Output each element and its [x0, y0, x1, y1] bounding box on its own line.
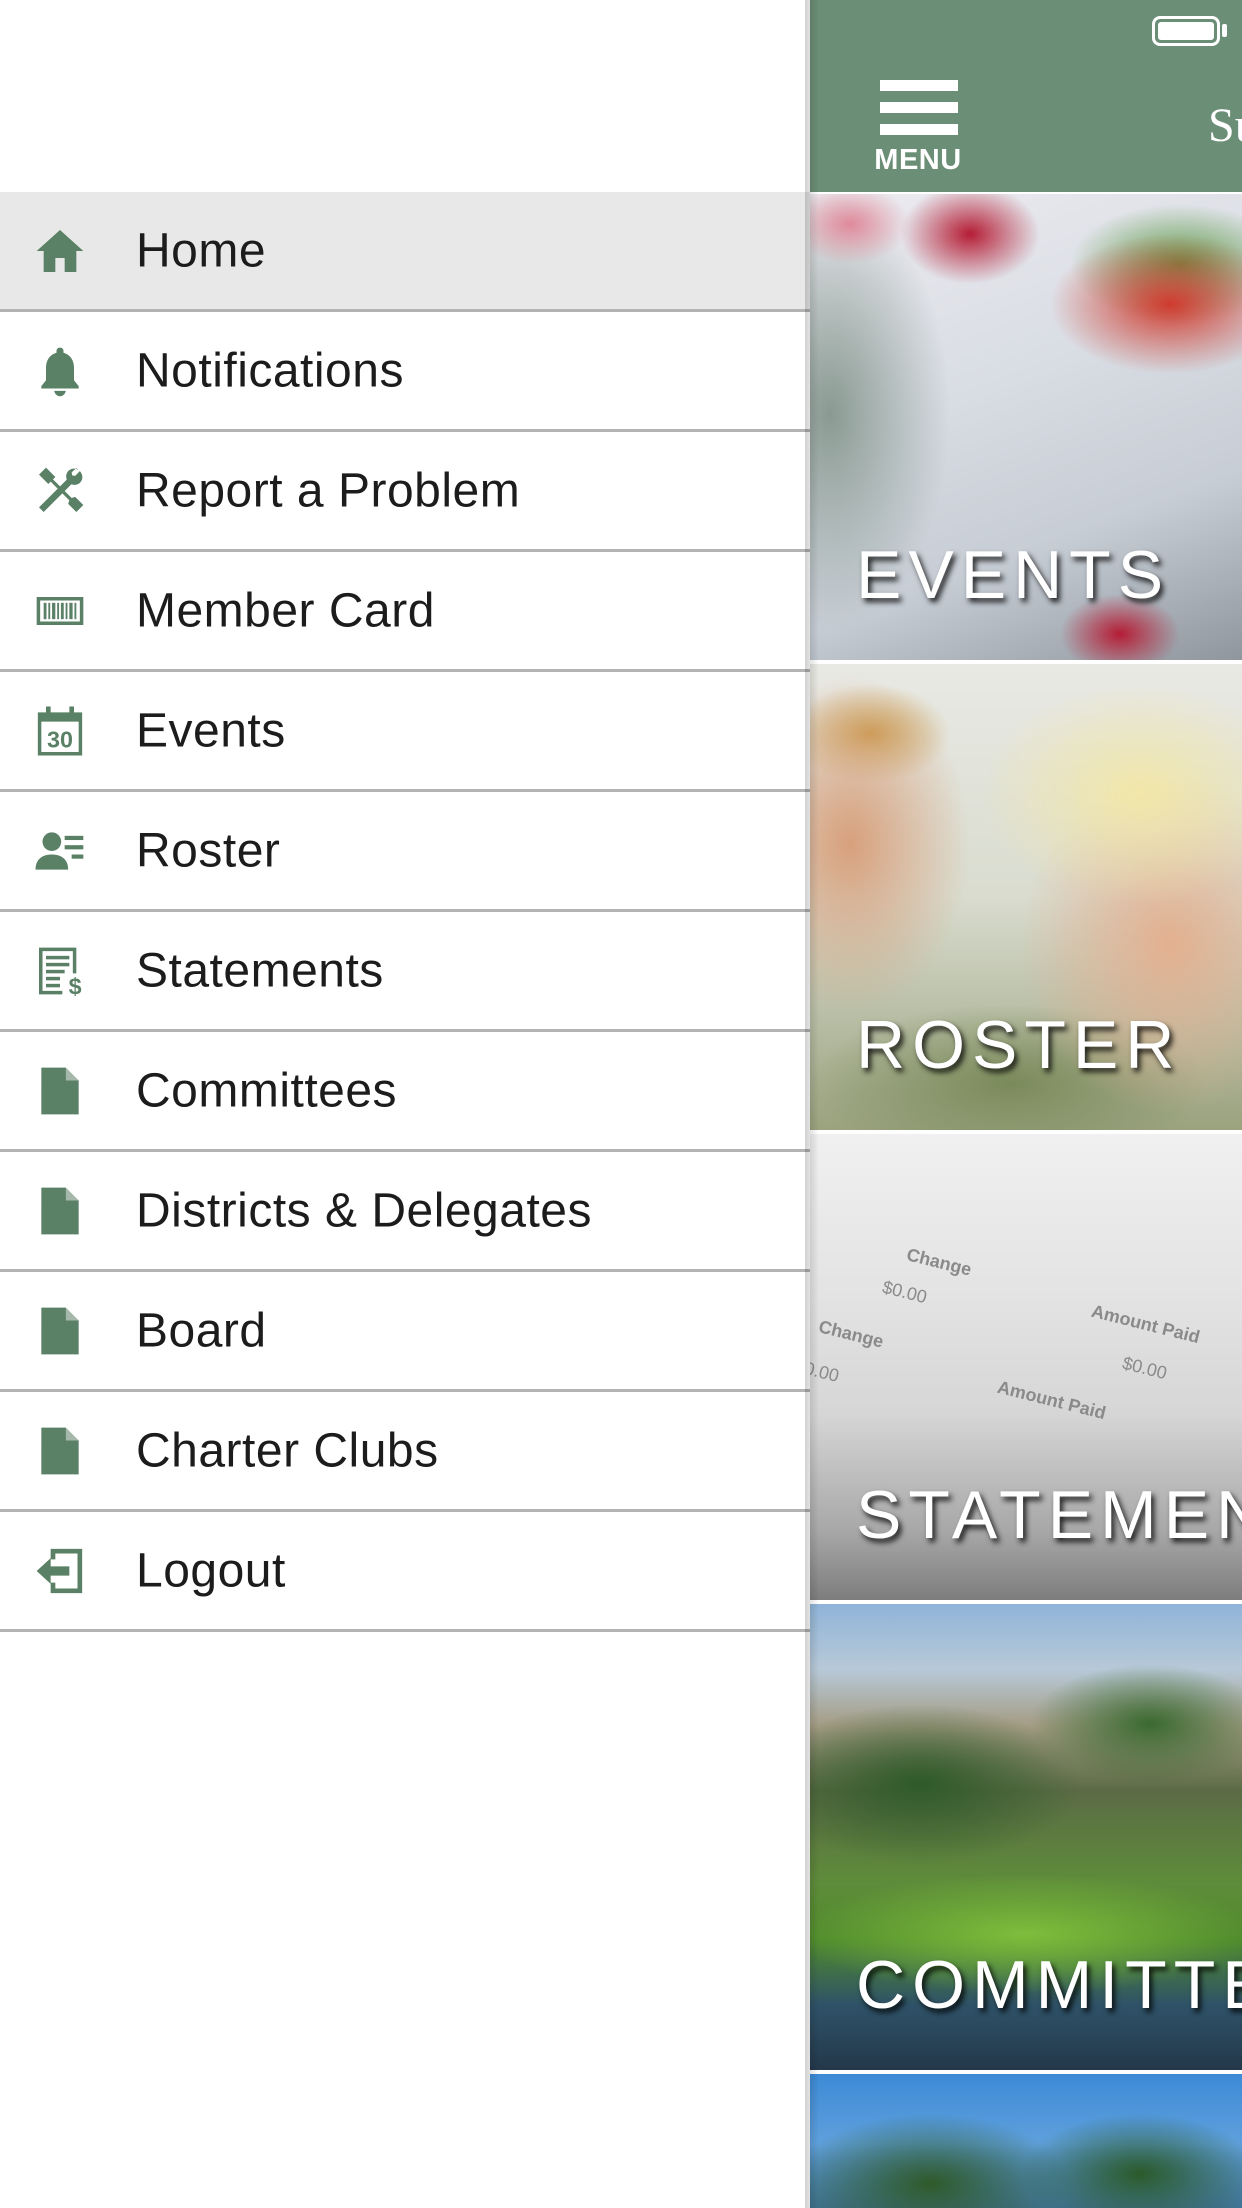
menu-item-label: Board [136, 1304, 267, 1357]
app-brand-title: Su [1208, 99, 1242, 152]
barcode-icon [30, 581, 90, 641]
tile-next[interactable] [810, 2074, 1242, 2208]
menu-list: Home Notifications Report a Problem Memb… [0, 192, 810, 1632]
menu-item-report-problem[interactable]: Report a Problem [0, 432, 810, 552]
tools-icon [30, 461, 90, 521]
tile-label: STATEMEN [856, 1477, 1242, 1553]
menu-item-statements[interactable]: $ Statements [0, 912, 810, 1032]
document-icon [30, 1301, 90, 1361]
menu-item-label: Events [136, 704, 286, 757]
hamburger-bar [880, 102, 958, 113]
menu-item-member-card[interactable]: Member Card [0, 552, 810, 672]
tile-statements[interactable]: Change $0.00 Change Amount Paid $0.00 Am… [810, 1134, 1242, 1600]
menu-item-roster[interactable]: Roster [0, 792, 810, 912]
tile-events[interactable]: EVENTS [810, 194, 1242, 660]
menu-item-logout[interactable]: Logout [0, 1512, 810, 1632]
menu-item-label: Logout [136, 1544, 286, 1597]
battery-icon [1152, 16, 1220, 46]
bell-icon [30, 341, 90, 401]
hamburger-bar [880, 80, 958, 91]
menu-item-label: Home [136, 224, 267, 277]
paper-text: Change [904, 1244, 974, 1280]
tile-roster[interactable]: ROSTER [810, 664, 1242, 1130]
menu-item-label: Roster [136, 824, 281, 877]
menu-item-label: Districts & Delegates [136, 1184, 592, 1237]
menu-button[interactable]: MENU [868, 80, 962, 176]
document-icon [30, 1061, 90, 1121]
menu-button-label: MENU [874, 144, 962, 176]
menu-item-label: Charter Clubs [136, 1424, 439, 1477]
menu-item-label: Statements [136, 944, 384, 997]
drawer-shadow [805, 0, 819, 2208]
menu-item-home[interactable]: Home [0, 192, 810, 312]
app-header: MENU Su [810, 0, 1242, 192]
svg-text:$: $ [69, 973, 82, 999]
menu-item-label: Notifications [136, 344, 404, 397]
menu-item-districts-delegates[interactable]: Districts & Delegates [0, 1152, 810, 1272]
hamburger-bar [880, 124, 958, 135]
menu-item-notifications[interactable]: Notifications [0, 312, 810, 432]
menu-item-label: Committees [136, 1064, 398, 1117]
document-icon [30, 1181, 90, 1241]
menu-item-board[interactable]: Board [0, 1272, 810, 1392]
paper-text: $0.00 [880, 1276, 929, 1308]
menu-item-label: Member Card [136, 584, 435, 637]
paper-text: $0.00 [1120, 1352, 1169, 1384]
main-content: MENU Su EVENTS ROSTER Change $0.00 Chang… [810, 0, 1242, 2208]
home-icon [30, 221, 90, 281]
tile-label: EVENTS [856, 537, 1171, 613]
paper-text: Change [816, 1316, 886, 1352]
tile-label: COMMITTE [856, 1947, 1242, 2023]
document-icon [30, 1421, 90, 1481]
menu-item-label: Report a Problem [136, 464, 521, 517]
paper-text: Amount Paid [995, 1376, 1108, 1424]
menu-item-committees[interactable]: Committees [0, 1032, 810, 1152]
menu-item-events[interactable]: 30 Events [0, 672, 810, 792]
statement-icon: $ [30, 941, 90, 1001]
calendar-day: 30 [47, 726, 73, 752]
tile-committees[interactable]: COMMITTE [810, 1604, 1242, 2070]
calendar-icon: 30 [30, 701, 90, 761]
logout-icon [30, 1541, 90, 1601]
navigation-drawer: Home Notifications Report a Problem Memb… [0, 0, 810, 2208]
paper-text: Amount Paid [1089, 1300, 1202, 1348]
person-list-icon [30, 821, 90, 881]
tile-label: ROSTER [856, 1007, 1182, 1083]
battery-tip [1222, 24, 1227, 37]
menu-item-charter-clubs[interactable]: Charter Clubs [0, 1392, 810, 1512]
